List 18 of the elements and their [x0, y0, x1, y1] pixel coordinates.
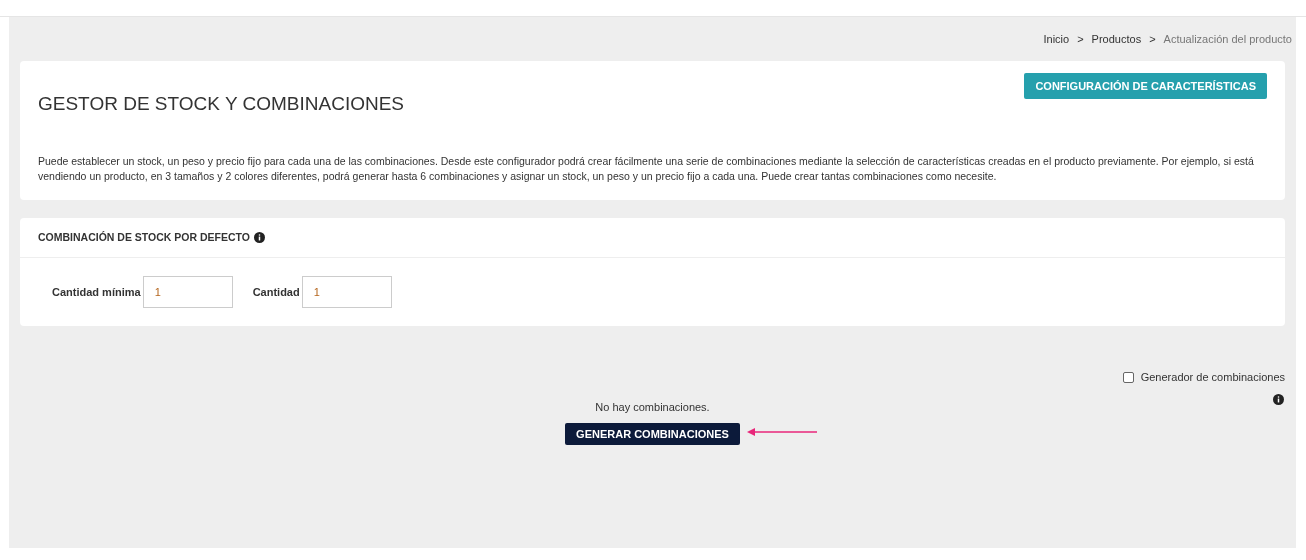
generator-checkbox[interactable] [1122, 371, 1134, 383]
card-title: COMBINACIÓN DE STOCK POR DEFECTO [38, 229, 250, 245]
breadcrumb-separator: > [1077, 32, 1084, 47]
field-label: Cantidad mínima [52, 284, 141, 300]
arrow-icon [747, 427, 818, 437]
description-text: Puede establecer un stock, un peso y precio fijo para cada una de las combinaciones. Desde este configurador podrá crear fácilmente una serie de combinaciones mediante la selección de características creadas en el producto previamente. Por ejemplo, si está vendiendo un producto, en 3 tamaños y 2 colores diferentes, podrá generar hasta 6 combinaciones y asignar un stock, un peso y un precio fijo a cada una. Puede crear tantas combinaciones como necesite. [38, 154, 1255, 184]
breadcrumb-link[interactable]: Inicio [1043, 31, 1070, 48]
info-icon [1273, 393, 1284, 405]
quantity-field[interactable]: 1 [142, 276, 233, 308]
breadcrumb-link[interactable]: Productos [1091, 31, 1142, 48]
quantity-field[interactable]: 1 [301, 276, 392, 308]
info-icon [253, 232, 265, 243]
field-label: Cantidad [252, 284, 300, 300]
generate-button[interactable]: GENERAR COMBINACIONES [565, 423, 740, 446]
checkbox-label: Generador de combinaciones [1140, 370, 1285, 385]
empty-message: No hay combinaciones. [595, 399, 710, 415]
breadcrumb-separator: > [1149, 32, 1156, 47]
page-title: GESTOR DE STOCK Y COMBINACIONES [38, 91, 404, 116]
